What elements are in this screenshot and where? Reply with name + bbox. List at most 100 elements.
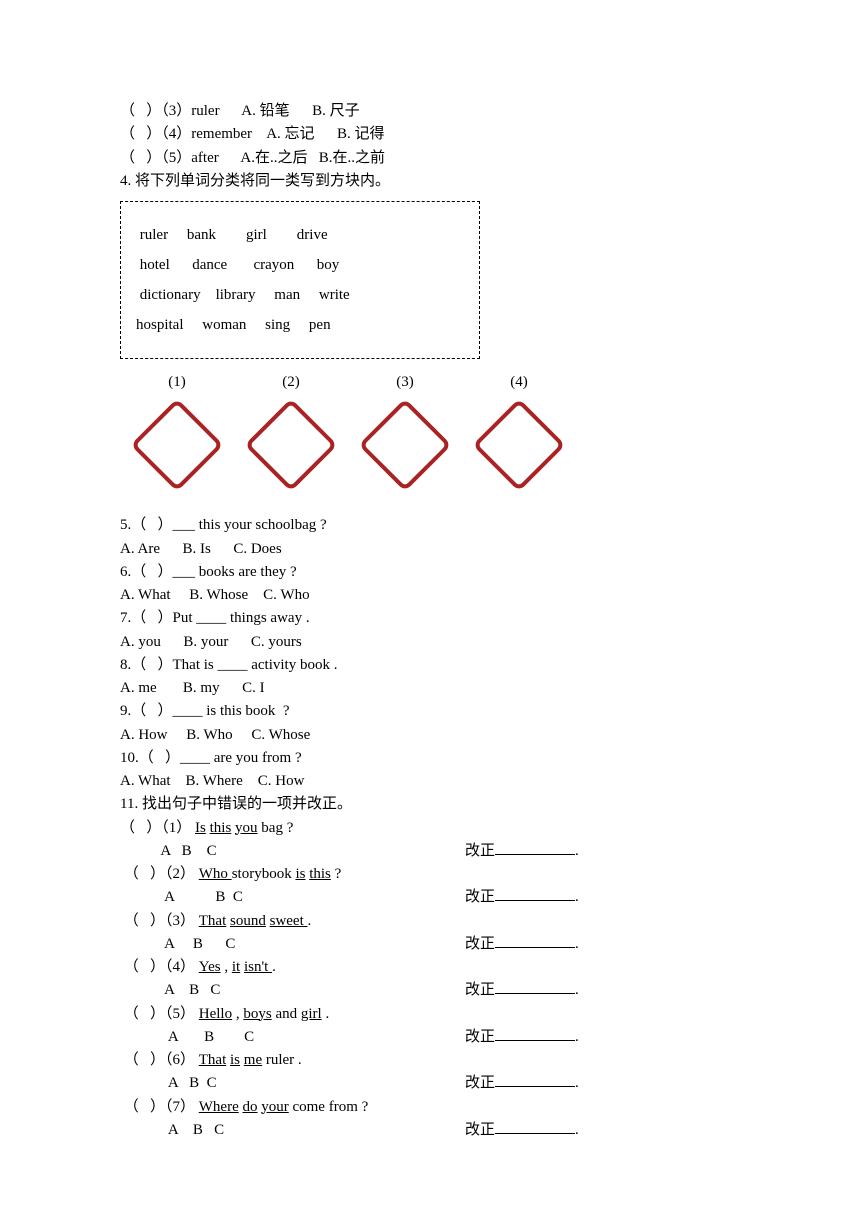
correction-blank[interactable] xyxy=(495,900,575,901)
q11-item-2-index-row: A B C改正. xyxy=(120,886,740,909)
q11-item-4-abc: A B C xyxy=(120,979,465,1002)
q11-item-1-index-row: A B C改正. xyxy=(120,840,740,863)
correction-period: . xyxy=(575,1029,579,1045)
q11-items: （ ）（1） Is this you bag ? A B C改正. （ ）（2）… xyxy=(120,817,740,1143)
q11-item-3-sentence: （ ）（3） That sound sweet . xyxy=(120,910,740,933)
correction-label: 改正 xyxy=(465,889,495,905)
q11-item-4-prefix: （ ）（4） xyxy=(120,959,199,975)
correction-label: 改正 xyxy=(465,843,495,859)
q11-item-1-seg-0: Is xyxy=(195,820,206,836)
q11-item-3-seg-2: sound xyxy=(230,913,266,929)
q11-item-5-sentence: （ ）（5） Hello , boys and girl . xyxy=(120,1003,740,1026)
correction-period: . xyxy=(575,843,579,859)
diamond-label-1: (1) xyxy=(168,371,186,394)
q11-item-2-correction: 改正. xyxy=(465,886,579,909)
q11-stem: 11. 找出句子中错误的一项并改正。 xyxy=(120,793,740,816)
correction-period: . xyxy=(575,889,579,905)
q11-item-6-index-row: A B C改正. xyxy=(120,1072,740,1095)
q11-item-1-sentence: （ ）（1） Is this you bag ? xyxy=(120,817,740,840)
correction-blank[interactable] xyxy=(495,947,575,948)
q11-item-4-seg-0: Yes xyxy=(199,959,221,975)
correction-blank[interactable] xyxy=(495,993,575,994)
q11-item-4-index-row: A B C改正. xyxy=(120,979,740,1002)
q11-item-5-seg-0: Hello xyxy=(199,1006,232,1022)
q7-opt: A. you B. your C. yours xyxy=(120,631,740,654)
q4-stem: 4. 将下列单词分类将同一类写到方块内。 xyxy=(120,170,740,193)
correction-blank[interactable] xyxy=(495,1040,575,1041)
q11-item-5-abc: A B C xyxy=(120,1026,465,1049)
word-row-3: dictionary library man write xyxy=(136,280,464,310)
q11-item-7-seg-5: come from ? xyxy=(289,1099,369,1115)
q11-item-1-correction: 改正. xyxy=(465,840,579,863)
q7-stem: 7.（ ）Put ____ things away . xyxy=(120,607,740,630)
q11-item-6-prefix: （ ）（6） xyxy=(120,1052,199,1068)
q11-item-3-prefix: （ ）（3） xyxy=(120,913,199,929)
diamond-label-2: (2) xyxy=(282,371,300,394)
q5-stem: 5.（ ）___ this your schoolbag ? xyxy=(120,514,740,537)
diamond-col-2: (2) xyxy=(244,371,338,492)
q11-item-5-seg-1: , xyxy=(232,1006,243,1022)
q11-item-5-index-row: A B C改正. xyxy=(120,1026,740,1049)
q3-4-line: （ ）（4）remember A. 忘记 B. 记得 xyxy=(120,123,740,146)
word-row-2: hotel dance crayon boy xyxy=(136,250,464,280)
q11-item-3-seg-5: . xyxy=(308,913,312,929)
q11-item-7-seg-2: do xyxy=(242,1099,257,1115)
q11-item-6-seg-2: is xyxy=(230,1052,240,1068)
word-row-4: hospital woman sing pen xyxy=(136,310,464,340)
q11-item-4-seg-4: isn't xyxy=(244,959,272,975)
correction-blank[interactable] xyxy=(495,854,575,855)
word-bank-box: ruler bank girl drive hotel dance crayon… xyxy=(120,201,480,359)
q11-item-3-correction: 改正. xyxy=(465,933,579,956)
correction-period: . xyxy=(575,1122,579,1138)
q11-item-7-seg-4: your xyxy=(261,1099,289,1115)
diamond-col-1: (1) xyxy=(130,371,224,492)
correction-period: . xyxy=(575,1075,579,1091)
q11-item-1-seg-5: bag ? xyxy=(258,820,294,836)
q11-item-7-sentence: （ ）（7） Where do your come from ? xyxy=(120,1096,740,1119)
q11-item-5-seg-2: boys xyxy=(243,1006,271,1022)
q11-item-3-abc: A B C xyxy=(120,933,465,956)
q11-item-5-seg-4: girl xyxy=(301,1006,322,1022)
q11-item-2-seg-4: this xyxy=(309,866,331,882)
q11-item-2-sentence: （ ）（2） Who storybook is this ? xyxy=(120,863,740,886)
q10-opt: A. What B. Where C. How xyxy=(120,770,740,793)
q11-item-1-prefix: （ ）（1） xyxy=(120,820,195,836)
q11-item-1-abc: A B C xyxy=(120,840,465,863)
q11-item-2-seg-1: storybook xyxy=(232,866,296,882)
diamond-shape-2[interactable] xyxy=(244,398,338,492)
q11-item-7-index-row: A B C改正. xyxy=(120,1119,740,1142)
diamond-col-3: (3) xyxy=(358,371,452,492)
q11-item-5-correction: 改正. xyxy=(465,1026,579,1049)
correction-label: 改正 xyxy=(465,1075,495,1091)
diamond-shape-4[interactable] xyxy=(472,398,566,492)
correction-label: 改正 xyxy=(465,936,495,952)
q11-item-6-abc: A B C xyxy=(120,1072,465,1095)
q11-item-2-abc: A B C xyxy=(120,886,465,909)
q11-item-1-seg-4: you xyxy=(235,820,258,836)
q11-item-4-seg-1: , xyxy=(221,959,232,975)
q11-item-7-seg-0: Where xyxy=(199,1099,239,1115)
q10-stem: 10.（ ）____ are you from ? xyxy=(120,747,740,770)
q9-stem: 9.（ ）____ is this book ? xyxy=(120,700,740,723)
q11-item-1-seg-2: this xyxy=(210,820,232,836)
q11-item-7-correction: 改正. xyxy=(465,1119,579,1142)
q11-item-2-seg-0: Who xyxy=(199,866,232,882)
correction-period: . xyxy=(575,936,579,952)
correction-blank[interactable] xyxy=(495,1133,575,1134)
word-row-1: ruler bank girl drive xyxy=(136,220,464,250)
q3-5-line: （ ）（5）after A.在..之后 B.在..之前 xyxy=(120,147,740,170)
correction-blank[interactable] xyxy=(495,1086,575,1087)
q11-item-3-seg-0: That xyxy=(199,913,227,929)
q11-item-3-seg-4: sweet xyxy=(270,913,308,929)
correction-label: 改正 xyxy=(465,982,495,998)
q3-3-line: （ ）（3）ruler A. 铅笔 B. 尺子 xyxy=(120,100,740,123)
correction-label: 改正 xyxy=(465,1122,495,1138)
q11-item-2-seg-5: ? xyxy=(331,866,341,882)
q11-item-4-seg-2: it xyxy=(232,959,240,975)
diamond-shape-3[interactable] xyxy=(358,398,452,492)
diamond-row: (1) (2) (3) (4) xyxy=(130,369,740,492)
q11-item-4-sentence: （ ）（4） Yes , it isn't . xyxy=(120,956,740,979)
q11-item-4-seg-5: . xyxy=(272,959,276,975)
q11-item-6-seg-4: me xyxy=(244,1052,262,1068)
diamond-shape-1[interactable] xyxy=(130,398,224,492)
